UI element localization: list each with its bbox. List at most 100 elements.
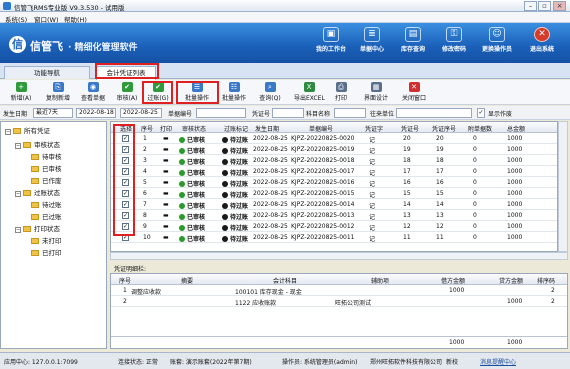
col-seq[interactable]: 凭证序号 [432, 124, 456, 133]
tree-item-voided[interactable]: 已作废 [31, 176, 62, 186]
show-void-checkbox[interactable]: ✓ [477, 108, 485, 118]
table-row[interactable]: ✓ ▬ 5 已审核 待过账 2022-08-25 KJPZ-20220825-0016 记 16… [111, 177, 557, 188]
tree-item-pending-audit[interactable]: 待审核 [31, 152, 62, 162]
tree-item-audited[interactable]: 已审核 [31, 164, 62, 174]
cell-post-text: 待过账 [230, 214, 249, 221]
export-excel-button[interactable]: X 导出EXCEL [294, 82, 325, 103]
tree-group-post[interactable]: − 过账状态 [15, 188, 60, 198]
add-button[interactable]: + 新增(A) [8, 82, 34, 103]
change-password-button[interactable]: ⚿ 修改密码 [434, 25, 474, 63]
audit-button[interactable]: ✔ 审核(A) [114, 82, 140, 103]
table-row[interactable]: ✓ ▬ 2 已审核 待过账 2022-08-25 KJPZ-20220825-0019 记 19… [111, 144, 557, 155]
exit-system-button[interactable]: ✕ 退出系统 [522, 25, 562, 63]
order-no-input[interactable] [196, 108, 246, 118]
col-select[interactable]: 选择 [120, 124, 132, 133]
col-post[interactable]: 过账标记 [224, 124, 248, 133]
print-button[interactable]: ⎙ 打印 [331, 82, 351, 103]
col-date[interactable]: 发生日期 [255, 124, 279, 133]
cell-audit: 已审核 [179, 234, 205, 243]
audited-status-icon [179, 137, 185, 143]
query-button[interactable]: ⌕ 查询(Q) [257, 82, 283, 103]
table-row[interactable]: ✓ ▬ 7 已审核 待过账 2022-08-25 KJPZ-20220825-0014 记 14… [111, 199, 557, 210]
audited-status-icon [179, 225, 185, 231]
partner-input[interactable] [396, 108, 472, 118]
cell-seq: 13 [436, 212, 444, 219]
batch-ops-button[interactable]: ☷ 批量操作 [219, 82, 249, 103]
my-workbench-button[interactable]: ▣ 我的工作台 [311, 25, 351, 63]
cell-word: 记 [369, 148, 376, 155]
row-select-checkbox[interactable]: ✓ [122, 179, 129, 186]
copy-add-button[interactable]: ⎘ 复制新增 [45, 82, 71, 103]
switch-operator-button[interactable]: ☺ 更换操作员 [477, 25, 517, 63]
col-amount[interactable]: 总金额 [507, 124, 525, 133]
table-row[interactable]: ✓ ▬ 3 已审核 待过账 2022-08-25 KJPZ-20220825-0018 记 18… [111, 155, 557, 166]
inventory-query-button[interactable]: ▤ 库存查询 [393, 25, 433, 63]
filter-bar: 发生日期 最近7天 2022-08-18 2022-08-25 单据编号 凭证号… [0, 106, 570, 120]
tab-function-nav[interactable]: 功能导航 [4, 66, 90, 79]
table-row[interactable]: ✓ ▬ 10 已审核 待过账 2022-08-25 KJPZ-20220825-0011 记 1… [111, 232, 557, 243]
col-code[interactable]: 单据编号 [309, 124, 333, 133]
minimize-button[interactable]: – [524, 1, 537, 11]
tree-item-posted[interactable]: 已过账 [31, 212, 62, 222]
cell-seq: 15 [436, 190, 444, 197]
col-word[interactable]: 凭证字 [365, 124, 383, 133]
batch-operation-button[interactable]: ☰ 批量操作 [180, 82, 214, 103]
detail-col-no: 序号 [119, 278, 132, 285]
table-row[interactable]: ✓ ▬ 4 已审核 待过账 2022-08-25 KJPZ-20220825-0017 记 17… [111, 166, 557, 177]
tree-item-printed[interactable]: 已打印 [31, 248, 62, 258]
col-print[interactable]: 打印 [160, 124, 172, 133]
voucher-no-input[interactable] [272, 108, 304, 118]
row-select-checkbox[interactable]: ✓ [122, 168, 129, 175]
grid-horizontal-scrollbar[interactable] [110, 252, 568, 260]
mode-status: 新校 [446, 359, 459, 366]
ui-design-button[interactable]: ▦ 界面设计 [361, 82, 391, 103]
table-row[interactable]: ✓ ▬ 1 已审核 待过账 2022-08-25 KJPZ-20220825-0020 记 20… [111, 133, 557, 144]
view-document-button[interactable]: ◉ 查看单据 [80, 82, 106, 103]
tree-group-print[interactable]: − 打印状态 [15, 224, 60, 234]
detail-row[interactable]: 1 调整应收款 100101 库存现金 - 现金 1000 2 [111, 285, 567, 296]
view-icon: ◉ [87, 82, 99, 92]
folder-icon [23, 190, 31, 196]
cell-post-text: 待过账 [230, 181, 249, 188]
date-range-select[interactable]: 最近7天 [33, 108, 73, 118]
tree-group-audit[interactable]: − 审核状态 [15, 140, 60, 150]
tree-root[interactable]: − 所有凭证 [5, 126, 50, 136]
date-to-input[interactable]: 2022-08-25 [120, 108, 162, 118]
batch-ops-icon: ☷ [228, 82, 240, 92]
detail-row[interactable]: 2 1122 应收账款 旺拓公司测试 1000 2 [111, 296, 567, 307]
message-center-link[interactable]: 消息提醒中心 [480, 357, 516, 366]
tree-item-pending-post[interactable]: 待过账 [31, 200, 62, 210]
brand-tagline: · 精细化管理软件 [68, 43, 138, 53]
close-button[interactable]: × [553, 1, 566, 11]
col-num[interactable]: 凭证号 [401, 124, 419, 133]
row-select-checkbox[interactable]: ✓ [122, 190, 129, 197]
date-from-input[interactable]: 2022-08-18 [76, 108, 116, 118]
row-select-checkbox[interactable]: ✓ [122, 201, 129, 208]
table-row[interactable]: ✓ ▬ 8 已审核 待过账 2022-08-25 KJPZ-20220825-0013 记 13… [111, 210, 557, 221]
tree-item-unprinted[interactable]: 未打印 [31, 236, 62, 246]
row-select-checkbox[interactable]: ✓ [122, 212, 129, 219]
subject-input[interactable] [334, 108, 366, 118]
document-center-button[interactable]: ≣ 单据中心 [352, 25, 392, 63]
pending-post-status-icon [222, 214, 228, 220]
col-audit[interactable]: 审核状态 [182, 124, 206, 133]
cell-no: 3 [143, 157, 147, 164]
grid-vertical-scrollbar[interactable] [558, 121, 568, 252]
col-no[interactable]: 序号 [141, 124, 153, 133]
table-row[interactable]: ✓ ▬ 6 已审核 待过账 2022-08-25 KJPZ-20220825-0015 记 15… [111, 188, 557, 199]
cell-audit-text: 已审核 [187, 214, 206, 221]
row-select-checkbox[interactable]: ✓ [122, 234, 129, 241]
row-select-checkbox[interactable]: ✓ [122, 223, 129, 230]
row-select-checkbox[interactable]: ✓ [122, 146, 129, 153]
post-button[interactable]: ✔ 过账(G) [145, 82, 171, 103]
document-center-label: 单据中心 [359, 46, 384, 53]
maximize-button[interactable]: ▫ [538, 1, 551, 11]
table-row[interactable]: ✓ ▬ 9 已审核 待过账 2022-08-25 KJPZ-20220825-0012 记 12… [111, 221, 557, 232]
audited-status-icon [179, 192, 185, 198]
exit-system-label: 退出系统 [529, 46, 554, 53]
close-window-button[interactable]: ✕ 关闭窗口 [399, 82, 429, 103]
row-select-checkbox[interactable]: ✓ [122, 157, 129, 164]
row-select-checkbox[interactable]: ✓ [122, 135, 129, 142]
col-attachments[interactable]: 附单据数 [468, 124, 492, 133]
tab-voucher-list[interactable]: 会计凭证列表 [96, 66, 156, 80]
